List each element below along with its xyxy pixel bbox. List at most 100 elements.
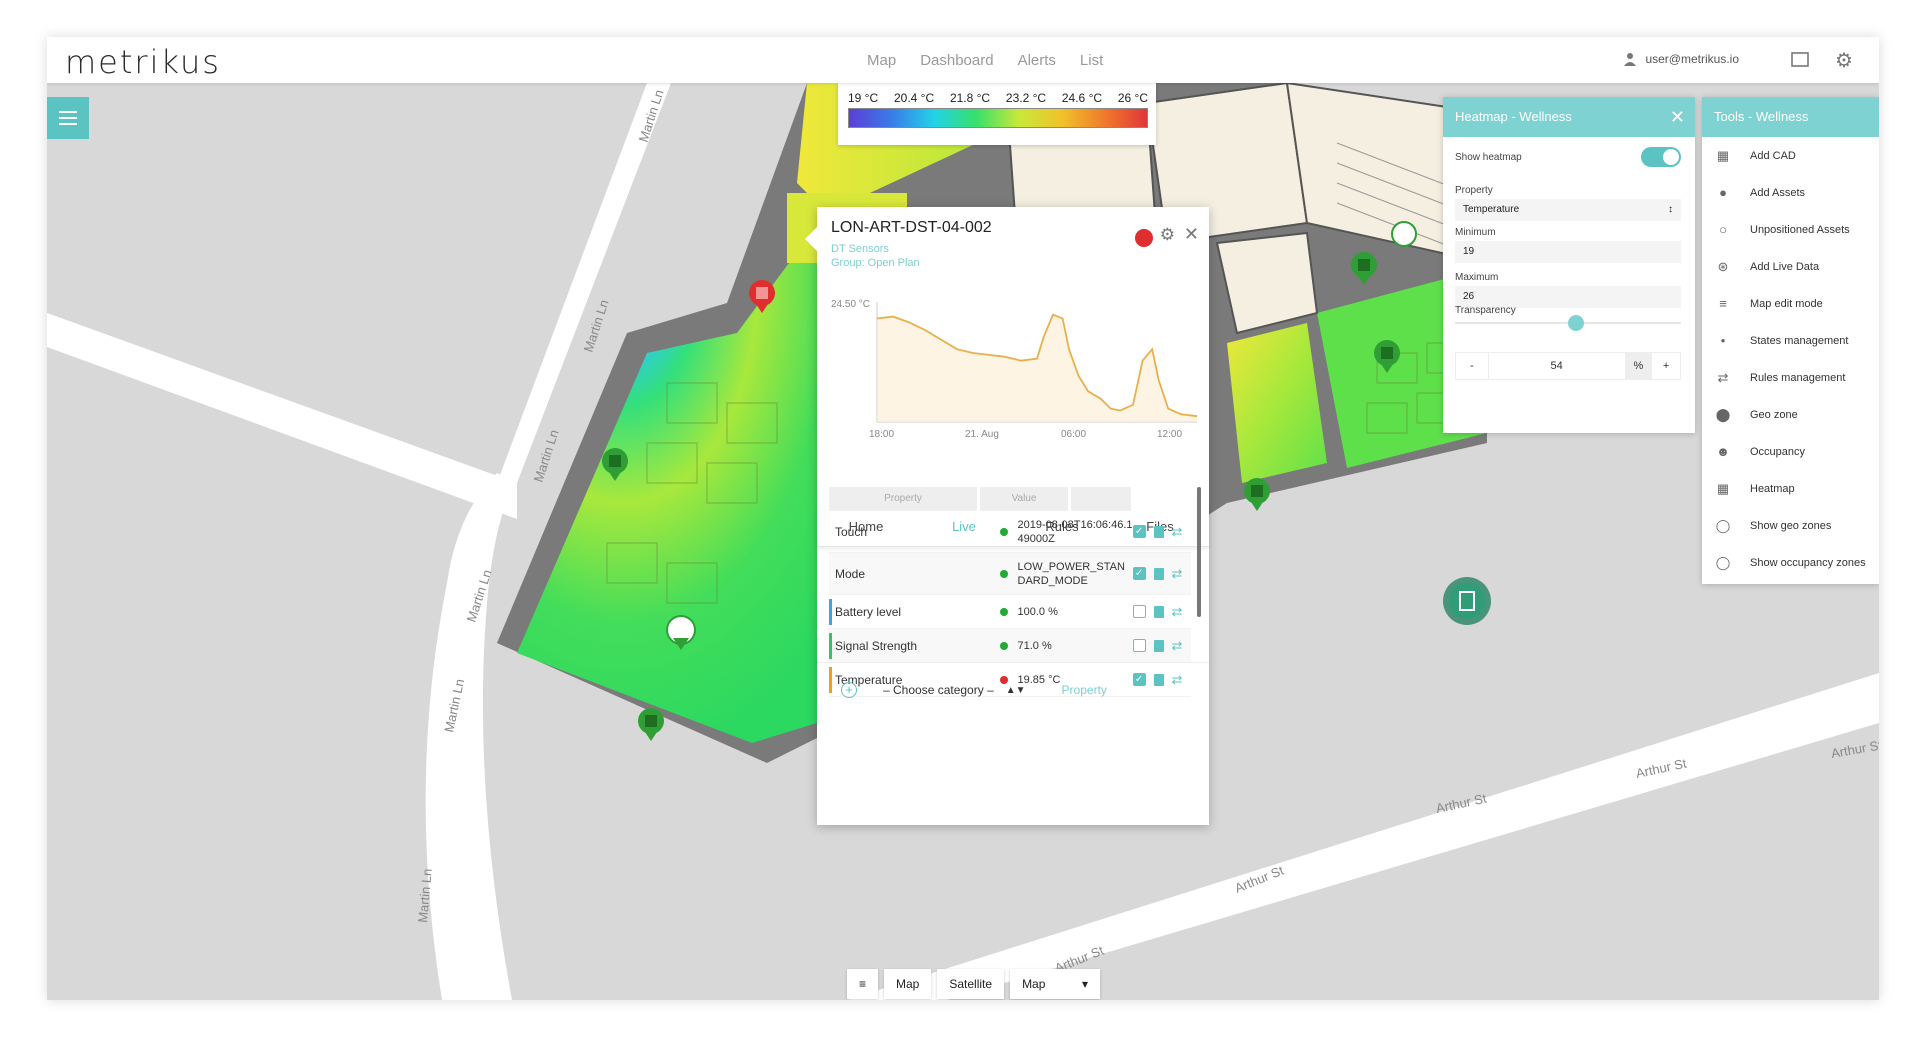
property-select[interactable]: Temperature ↕: [1455, 199, 1681, 221]
tablet-icon[interactable]: [1787, 47, 1813, 73]
main-nav: Map Dashboard Alerts List: [867, 52, 1103, 69]
shuffle-icon[interactable]: ⇄: [1172, 604, 1183, 620]
nav-list[interactable]: List: [1080, 52, 1103, 69]
shuffle-icon[interactable]: ⇄: [1172, 638, 1183, 654]
signal-icon: ⊛: [1717, 258, 1729, 274]
heatmap-panel: Heatmap - Wellness ✕ Show heatmap Proper…: [1443, 97, 1695, 433]
transparency-input[interactable]: 54: [1487, 353, 1625, 379]
property-row: Battery level 100.0 % ⇄: [829, 595, 1191, 629]
slider-knob[interactable]: [1568, 315, 1585, 331]
increment-button[interactable]: +: [1652, 353, 1680, 379]
transparency-stepper: - 54 % +: [1455, 352, 1681, 380]
property-select[interactable]: Property: [1062, 683, 1107, 697]
legend-color-bar: [848, 108, 1148, 128]
hamburger-menu-button[interactable]: [47, 97, 89, 139]
device-type: DT Sensors: [831, 243, 889, 255]
checkbox[interactable]: ✓: [1132, 567, 1146, 580]
show-heatmap-toggle[interactable]: [1641, 147, 1681, 167]
tool-add-live-data[interactable]: ⊛ Add Live Data: [1702, 248, 1879, 285]
add-property-icon[interactable]: +: [841, 682, 857, 698]
tools-panel-title: Tools - Wellness: [1714, 109, 1809, 124]
close-icon[interactable]: ✕: [1670, 97, 1685, 137]
building-cluster-icon: [1443, 577, 1491, 625]
percent-unit: %: [1624, 353, 1653, 379]
map-icon: ▦: [1716, 147, 1730, 163]
map-layers-icon[interactable]: ≡: [847, 969, 879, 999]
tool-show-geo-zones[interactable]: ◯ Show geo zones: [1702, 507, 1879, 544]
tool-label: States management: [1750, 334, 1849, 347]
map-style-select[interactable]: Map ▾: [1010, 969, 1101, 999]
legend-tick: 26 °C: [1117, 91, 1148, 105]
legend-tick: 24.6 °C: [1061, 91, 1103, 105]
user-icon: [1624, 53, 1637, 66]
tool-label: Show occupancy zones: [1750, 556, 1866, 569]
tool-heatmap[interactable]: ▦ Heatmap: [1702, 470, 1879, 507]
radio-icon: ◯: [1715, 517, 1731, 533]
tool-states-management[interactable]: • States management: [1702, 322, 1879, 359]
status-dot: [999, 607, 1008, 616]
maximum-label: Maximum: [1455, 272, 1499, 283]
sliders-icon: ≡: [1719, 296, 1727, 311]
legend-tick: 21.8 °C: [949, 91, 991, 105]
chart-x-tick: 21. Aug: [965, 429, 999, 440]
property-value: 71.0 %: [1017, 639, 1052, 652]
property-name: Touch: [835, 524, 868, 539]
tool-label: Rules management: [1750, 371, 1846, 384]
tool-map-edit-mode[interactable]: ≡ Map edit mode: [1702, 285, 1879, 322]
checkbox[interactable]: ✓: [1132, 525, 1146, 538]
nav-map[interactable]: Map: [867, 52, 896, 69]
trash-icon[interactable]: [1153, 605, 1164, 618]
floor-map[interactable]: Martin Ln Martin Ln Martin Ln Martin Ln …: [47, 83, 1879, 1000]
tool-occupancy[interactable]: ☻ Occupancy: [1702, 433, 1879, 470]
trash-icon[interactable]: [1153, 639, 1164, 652]
shuffle-icon[interactable]: ⇄: [1172, 566, 1183, 582]
table-scrollbar[interactable]: [1197, 487, 1201, 617]
property-value: 2019-08-08T16:06:46.149000Z: [1017, 518, 1133, 545]
device-name: LON-ART-DST-04-002: [831, 219, 992, 236]
trash-icon[interactable]: [1153, 567, 1164, 580]
tool-rules-management[interactable]: ⇄ Rules management: [1702, 359, 1879, 396]
tool-geo-zone[interactable]: ⬤ Geo zone: [1702, 396, 1879, 433]
temperature-chart: 24.50 °C 18:00 21. Aug 06:00 12:00: [831, 299, 1198, 440]
trash-icon[interactable]: [1153, 525, 1164, 538]
tool-add-assets[interactable]: ● Add Assets: [1702, 174, 1879, 211]
property-name: Mode: [835, 566, 866, 581]
nav-dashboard[interactable]: Dashboard: [920, 52, 993, 69]
transparency-label: Transparency: [1455, 305, 1516, 316]
tool-label: Add Assets: [1750, 186, 1806, 199]
status-dot: [999, 641, 1008, 650]
checkbox[interactable]: [1132, 605, 1146, 618]
user-menu[interactable]: user@metrikus.io: [1623, 52, 1739, 66]
chart-x-tick: 06:00: [1061, 429, 1086, 440]
device-status-dot: [1135, 229, 1153, 247]
select-caret-icon: ↕: [1668, 204, 1673, 215]
close-icon[interactable]: ✕: [1184, 224, 1199, 245]
property-row: Touch 2019-08-08T16:06:46.149000Z ✓ ⇄: [829, 511, 1191, 553]
app-window: metrikus Map Dashboard Alerts List user@…: [47, 37, 1879, 1000]
device-settings-gear-icon[interactable]: ⚙: [1160, 225, 1175, 245]
table-header-value: Value: [980, 487, 1068, 511]
map-view-button[interactable]: Map: [884, 969, 932, 999]
road-label-martin-3: Martin Ln: [531, 428, 562, 484]
checkbox[interactable]: [1132, 639, 1146, 652]
map-type-controls: ≡ Map Satellite Map ▾: [847, 969, 1101, 999]
tool-label: Map edit mode: [1750, 297, 1823, 310]
decrement-button[interactable]: -: [1456, 353, 1488, 379]
satellite-view-button[interactable]: Satellite: [937, 969, 1005, 999]
transparency-slider[interactable]: [1455, 315, 1681, 331]
tool-add-cad[interactable]: ▦ Add CAD: [1702, 137, 1879, 174]
device-popup: LON-ART-DST-04-002 DT Sensors Group: Ope…: [805, 207, 1209, 825]
shuffle-icon[interactable]: ⇄: [1172, 524, 1183, 540]
minimum-input[interactable]: 19: [1455, 241, 1681, 263]
tool-show-occupancy-zones[interactable]: ◯ Show occupancy zones: [1702, 544, 1879, 581]
heatmap-panel-header: Heatmap - Wellness ✕: [1443, 97, 1695, 137]
tools-panel-header: Tools - Wellness: [1702, 97, 1879, 137]
tool-label: Occupancy: [1750, 445, 1806, 458]
nav-alerts[interactable]: Alerts: [1018, 52, 1056, 69]
settings-gear-icon[interactable]: ⚙: [1831, 47, 1857, 73]
tool-unpositioned-assets[interactable]: ○ Unpositioned Assets: [1702, 211, 1879, 248]
category-select[interactable]: – Choose category –: [883, 683, 994, 697]
tool-label: Show geo zones: [1750, 519, 1832, 532]
status-dot: [999, 527, 1008, 536]
tools-panel: Tools - Wellness ▦ Add CAD ● Add Assets ○ Unp…: [1702, 97, 1879, 584]
